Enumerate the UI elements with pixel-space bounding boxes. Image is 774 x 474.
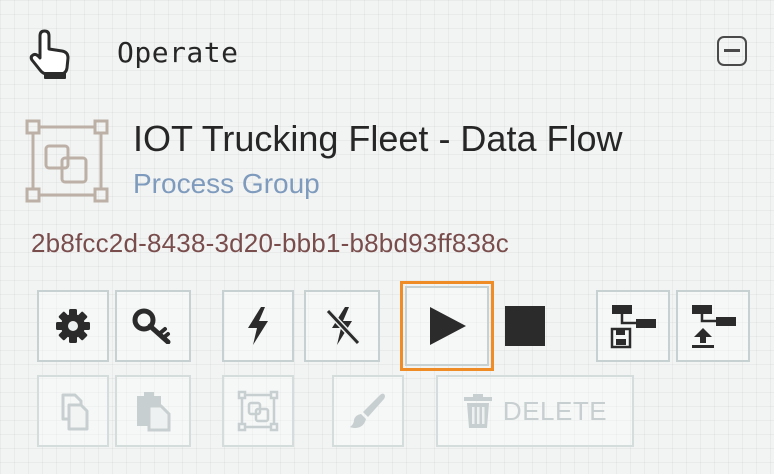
paste-icon [137, 392, 171, 432]
paste-button[interactable] [115, 375, 191, 447]
enable-button[interactable] [222, 290, 294, 362]
lightning-icon [248, 307, 268, 345]
access-policies-button[interactable] [115, 290, 191, 362]
save-template-icon [610, 305, 656, 349]
delete-button[interactable]: DELETE [436, 375, 634, 447]
group-button[interactable] [222, 375, 294, 447]
component-name: IOT Trucking Fleet - Data Flow [133, 118, 623, 159]
operate-header: Operate [22, 26, 762, 80]
operate-palette: Operate IOT Trucking Fleet - Data Flow P… [0, 0, 774, 474]
upload-template-icon [692, 305, 736, 348]
change-color-button[interactable] [332, 375, 404, 447]
disable-button[interactable] [304, 290, 380, 362]
stop-icon [505, 306, 545, 346]
component-type: Process Group [133, 168, 320, 199]
panel-title: Operate [117, 36, 239, 69]
group-icon [237, 390, 279, 432]
minus-square-icon[interactable] [717, 36, 747, 66]
upload-template-button[interactable] [676, 290, 750, 362]
delete-label: DELETE [502, 395, 608, 426]
component-id: 2b8fcc2d-8438-3d20-bbb1-b8bd93ff838c [31, 228, 509, 258]
key-icon [132, 308, 171, 344]
paintbrush-icon [350, 393, 385, 428]
play-icon [430, 307, 466, 345]
stop-button[interactable] [492, 290, 558, 362]
copy-button[interactable] [37, 375, 109, 447]
start-button[interactable] [400, 281, 494, 371]
trash-icon [463, 394, 492, 428]
process-group-icon [25, 119, 109, 203]
hand-pointer-icon [29, 29, 70, 79]
gear-icon [56, 309, 90, 343]
copy-icon [61, 393, 89, 431]
lightning-off-icon [325, 307, 361, 346]
create-template-button[interactable] [596, 290, 670, 362]
configure-button[interactable] [37, 290, 109, 362]
